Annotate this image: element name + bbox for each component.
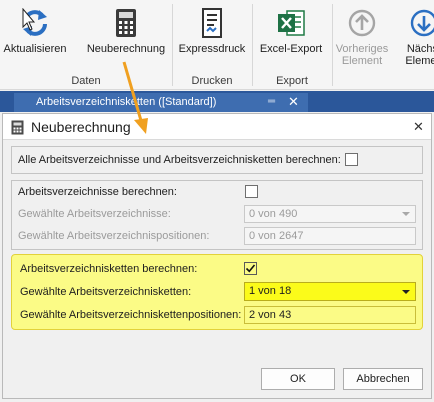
group-separator [172,4,173,86]
av-selected-dropdown[interactable]: 0 von 490 [244,205,416,223]
previous-element-button[interactable]: Vorheriges Element [332,0,392,72]
excel-export-button[interactable]: Excel-Export [254,0,328,72]
group-label-drucken: Drucken [191,75,233,87]
avk-label: Arbeitsverzeichnisketten berechnen: [20,263,198,275]
working-directory-chains-section: Arbeitsverzeichnisketten berechnen: Gewä… [11,254,423,330]
refresh-icon [19,6,51,40]
av-selected-value: 0 von 490 [249,208,298,220]
recalculate-button[interactable]: Neuberechnung [84,0,168,72]
express-print-label: Expressdruck [178,43,246,55]
avk-selected-dropdown[interactable]: 1 von 18 [244,282,416,301]
excel-export-label: Excel-Export [259,43,323,55]
cancel-button[interactable]: Abbrechen [343,368,423,390]
pin-icon[interactable]: ═ [268,96,275,107]
all-label: Alle Arbeitsverzeichnisse und Arbeitsver… [18,154,341,166]
chevron-down-icon [402,290,410,294]
arrow-up-circle-icon [346,6,378,40]
dialog-title: Neuberechnung [31,119,131,135]
previous-element-label: Vorheriges Element [335,43,389,67]
next-element-label: NächstElemen [405,43,434,67]
avk-checkbox[interactable] [244,262,257,275]
working-directories-section: Arbeitsverzeichnisse berechnen: Gewählte… [11,180,423,250]
avk-selected-value: 1 von 18 [249,285,292,297]
dialog-title-bar: Neuberechnung ✕ [3,114,431,140]
calculator-icon [110,6,142,40]
group-separator [252,4,253,86]
ok-button[interactable]: OK [261,368,335,390]
print-document-icon [196,6,228,40]
excel-icon [275,6,307,40]
calculator-icon [11,120,24,138]
av-checkbox[interactable] [245,185,258,198]
ribbon: Aktualisieren Neuberechnung Expressdruck… [0,0,434,90]
arrow-down-circle-icon [408,6,434,40]
all-section: Alle Arbeitsverzeichnisse und Arbeitsver… [11,146,423,174]
checkmark-icon [245,264,256,273]
avk-positions-value: 2 von 43 [249,309,292,321]
avk-selected-label: Gewählte Arbeitsverzeichnisketten: [20,286,192,298]
document-tab-strip: Arbeitsverzeichnisketten ([Standard]) ═ … [0,91,434,112]
chevron-down-icon [402,212,410,216]
next-element-button[interactable]: NächstElemen [394,0,434,72]
document-tab[interactable]: Arbeitsverzeichnisketten ([Standard]) ═ … [14,93,308,112]
av-selected-label: Gewählte Arbeitsverzeichnisse: [18,208,171,220]
all-checkbox[interactable] [345,153,358,166]
av-positions-field: 0 von 2647 [244,227,416,245]
avk-positions-field: 2 von 43 [244,306,416,324]
group-label-daten: Daten [71,75,101,87]
group-label-export: Export [276,75,308,87]
av-positions-label: Gewählte Arbeitsverzeichnispositionen: [18,230,210,242]
tab-close-icon[interactable]: ✕ [288,94,299,110]
av-positions-value: 0 von 2647 [249,230,304,242]
refresh-button[interactable]: Aktualisieren [2,0,68,72]
document-tab-label: Arbeitsverzeichnisketten ([Standard]) [36,96,217,108]
recalculation-dialog: Neuberechnung ✕ Alle Arbeitsverzeichniss… [2,113,432,399]
express-print-button[interactable]: Expressdruck [176,0,248,72]
avk-positions-label: Gewählte Arbeitsverzeichniskettenpositio… [20,309,242,321]
dialog-close-icon[interactable]: ✕ [413,119,424,135]
recalculate-label: Neuberechnung [86,43,166,55]
refresh-label: Aktualisieren [3,43,67,55]
av-label: Arbeitsverzeichnisse berechnen: [18,186,177,198]
